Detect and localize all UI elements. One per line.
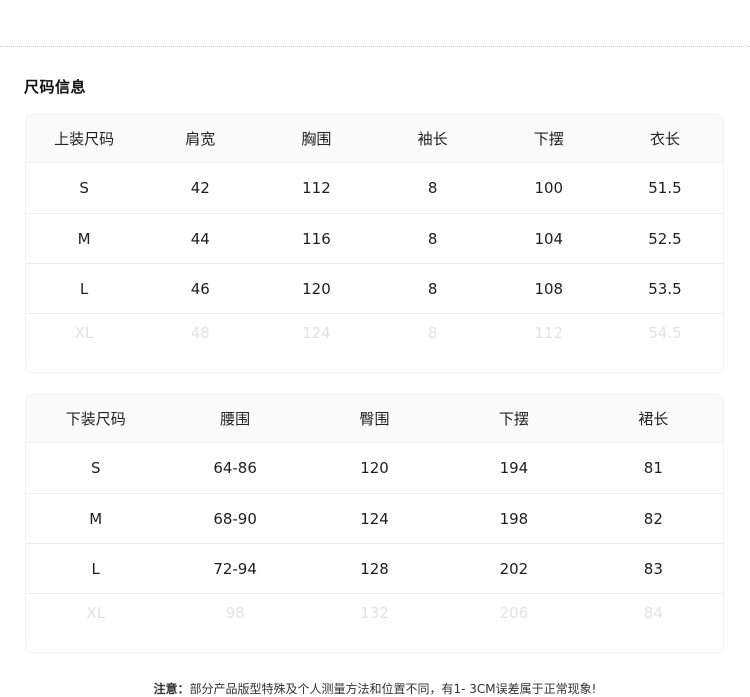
table-cell: 48 (190, 324, 210, 342)
table-cell: L (79, 279, 89, 298)
table-cell: 8 (427, 324, 438, 342)
table-cell: XL (74, 324, 94, 342)
table-cell: 194 (499, 459, 529, 477)
table-cell: 124 (302, 324, 331, 342)
table-cell: 8 (427, 179, 438, 197)
table-cell: 206 (499, 604, 529, 622)
table-cell: 132 (360, 604, 389, 622)
header-cell: 袖长 (417, 130, 448, 148)
table-row: M 44 116 8 104 52.5 (26, 214, 723, 264)
table-header-row: 上装尺码 肩宽 胸围 袖长 下摆 衣长 (26, 115, 723, 163)
table-cell: 116 (302, 229, 331, 248)
table-cell: 120 (360, 459, 389, 477)
table-cell: 54.5 (648, 324, 682, 342)
bottom-size-table: 下装尺码 腰围 臀围 下摆 裙长 S 64-86 120 194 81 M 68… (25, 394, 724, 653)
table-cell: S (79, 179, 89, 197)
table-row: M 68-90 124 198 82 (26, 494, 723, 544)
table-cell: 51.5 (648, 179, 682, 197)
table-cell: 44 (190, 229, 210, 248)
table-cell: 202 (499, 559, 529, 578)
header-cell: 下装尺码 (65, 410, 126, 428)
table-cell: XL (86, 604, 106, 622)
table-cell: 8 (427, 229, 438, 248)
table-cell: 83 (643, 559, 663, 578)
table-cell: 81 (643, 459, 663, 477)
section-title: 尺码信息 (24, 78, 87, 96)
table-cell: 82 (643, 509, 663, 528)
table-cell: 108 (534, 279, 564, 298)
table-cell: M (89, 509, 103, 528)
header-cell: 下摆 (498, 410, 529, 428)
note-text: 部分产品版型特殊及个人测量方法和位置不同，有1- 3CM误差属于正常现象! (189, 682, 597, 696)
table-cell: 98 (225, 604, 245, 622)
table-cell: 64-86 (213, 459, 257, 477)
note-label: 注意： (153, 682, 190, 696)
table-cell: M (77, 229, 91, 248)
table-cell: 112 (302, 179, 331, 197)
header-cell: 臀围 (359, 410, 390, 428)
table-cell: 120 (302, 279, 331, 298)
table-cell: 112 (534, 324, 564, 342)
table-cell: 46 (190, 279, 210, 298)
table-header-row: 下装尺码 腰围 臀围 下摆 裙长 (26, 395, 723, 443)
table-row-faded: XL 48 124 8 112 54.5 (26, 314, 723, 372)
header-cell: 衣长 (649, 130, 680, 148)
header-cell: 下摆 (533, 130, 564, 148)
header-cell: 腰围 (220, 410, 251, 428)
table-cell: S (90, 459, 101, 477)
header-cell: 胸围 (301, 130, 332, 148)
table-row: L 72-94 128 202 83 (26, 544, 723, 594)
table-cell: 52.5 (648, 229, 682, 248)
table-row: L 46 120 8 108 53.5 (26, 264, 723, 314)
header-cell: 上装尺码 (54, 130, 115, 148)
disclaimer-note: 注意：部分产品版型特殊及个人测量方法和位置不同，有1- 3CM误差属于正常现象! (0, 680, 750, 697)
top-size-table: 上装尺码 肩宽 胸围 袖长 下摆 衣长 S 42 112 8 100 51.5 … (25, 114, 724, 373)
dotted-divider (0, 46, 750, 47)
table-row-faded: XL 98 132 206 84 (26, 594, 723, 652)
table-row: S 64-86 120 194 81 (26, 443, 723, 494)
table-cell: 198 (499, 509, 529, 528)
table-cell: 128 (360, 559, 389, 578)
header-cell: 裙长 (638, 410, 669, 428)
table-cell: 72-94 (213, 559, 257, 578)
table-cell: 8 (427, 279, 438, 298)
table-cell: 124 (360, 509, 389, 528)
header-cell: 肩宽 (185, 130, 216, 148)
table-row: S 42 112 8 100 51.5 (26, 163, 723, 214)
table-cell: 100 (534, 179, 564, 197)
table-cell: L (91, 559, 100, 578)
table-cell: 104 (534, 229, 564, 248)
table-cell: 68-90 (213, 509, 257, 528)
table-cell: 84 (643, 604, 663, 622)
table-cell: 42 (190, 179, 210, 197)
table-cell: 53.5 (648, 279, 682, 298)
